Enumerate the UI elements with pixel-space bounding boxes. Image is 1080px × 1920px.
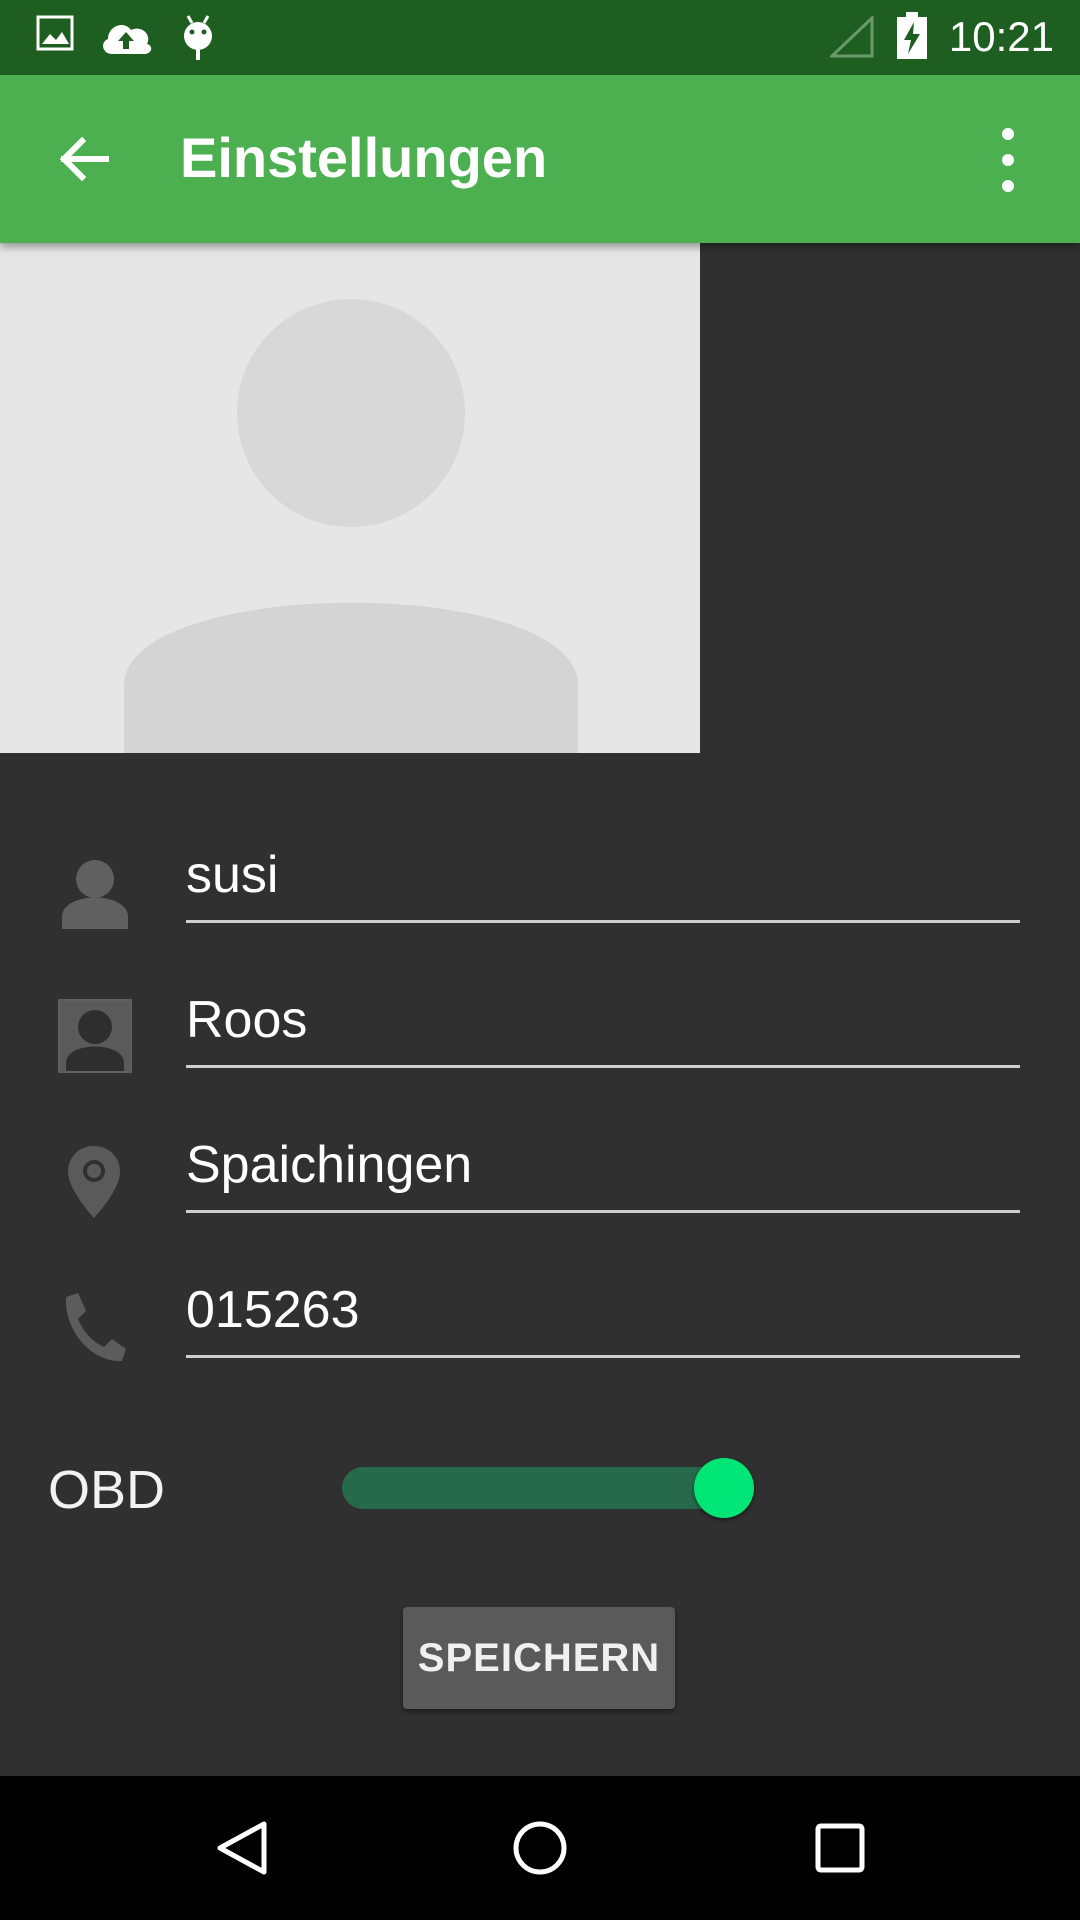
- battery-charging-icon: [897, 12, 927, 59]
- last-name-field[interactable]: Roos: [0, 985, 1080, 1130]
- app-bar: Einstellungen: [0, 75, 1080, 243]
- android-debug-icon: [184, 15, 212, 60]
- person-placeholder-icon: [124, 299, 579, 753]
- phone-value[interactable]: 015263: [186, 1275, 360, 1345]
- signal-icon: [830, 16, 874, 58]
- page-title: Einstellungen: [180, 126, 548, 189]
- person-icon: [62, 860, 128, 929]
- contact-icon: [58, 999, 132, 1073]
- home-circle-icon[interactable]: [508, 1816, 572, 1880]
- field-underline: [186, 1355, 1020, 1358]
- field-underline: [186, 1065, 1020, 1068]
- more-vert-icon[interactable]: [992, 125, 1024, 195]
- first-name-field[interactable]: susi: [0, 840, 1080, 985]
- location-pin-icon: [68, 1146, 120, 1218]
- first-name-value[interactable]: susi: [186, 840, 278, 910]
- city-value[interactable]: Spaichingen: [186, 1130, 472, 1200]
- field-underline: [186, 1210, 1020, 1213]
- phone-icon: [65, 1293, 126, 1362]
- status-time: 10:21: [948, 13, 1054, 60]
- switch-thumb[interactable]: [694, 1458, 754, 1518]
- phone-field[interactable]: 015263: [0, 1275, 1080, 1420]
- navigation-bar: [0, 1776, 1080, 1920]
- save-button[interactable]: SPEICHERN: [403, 1607, 675, 1709]
- last-name-value[interactable]: Roos: [186, 985, 307, 1055]
- field-underline: [186, 920, 1020, 923]
- recents-square-icon[interactable]: [808, 1816, 872, 1880]
- back-triangle-icon[interactable]: [210, 1816, 274, 1880]
- obd-label: OBD: [48, 1460, 166, 1520]
- cloud-upload-icon: [103, 24, 152, 54]
- profile-photo[interactable]: [0, 243, 700, 753]
- switch-track: [342, 1467, 730, 1509]
- city-field[interactable]: Spaichingen: [0, 1130, 1080, 1275]
- obd-switch[interactable]: [342, 1458, 756, 1518]
- status-bar: 10:21: [0, 0, 1080, 75]
- arrow-back-icon[interactable]: [54, 129, 114, 189]
- image-icon: [36, 15, 74, 51]
